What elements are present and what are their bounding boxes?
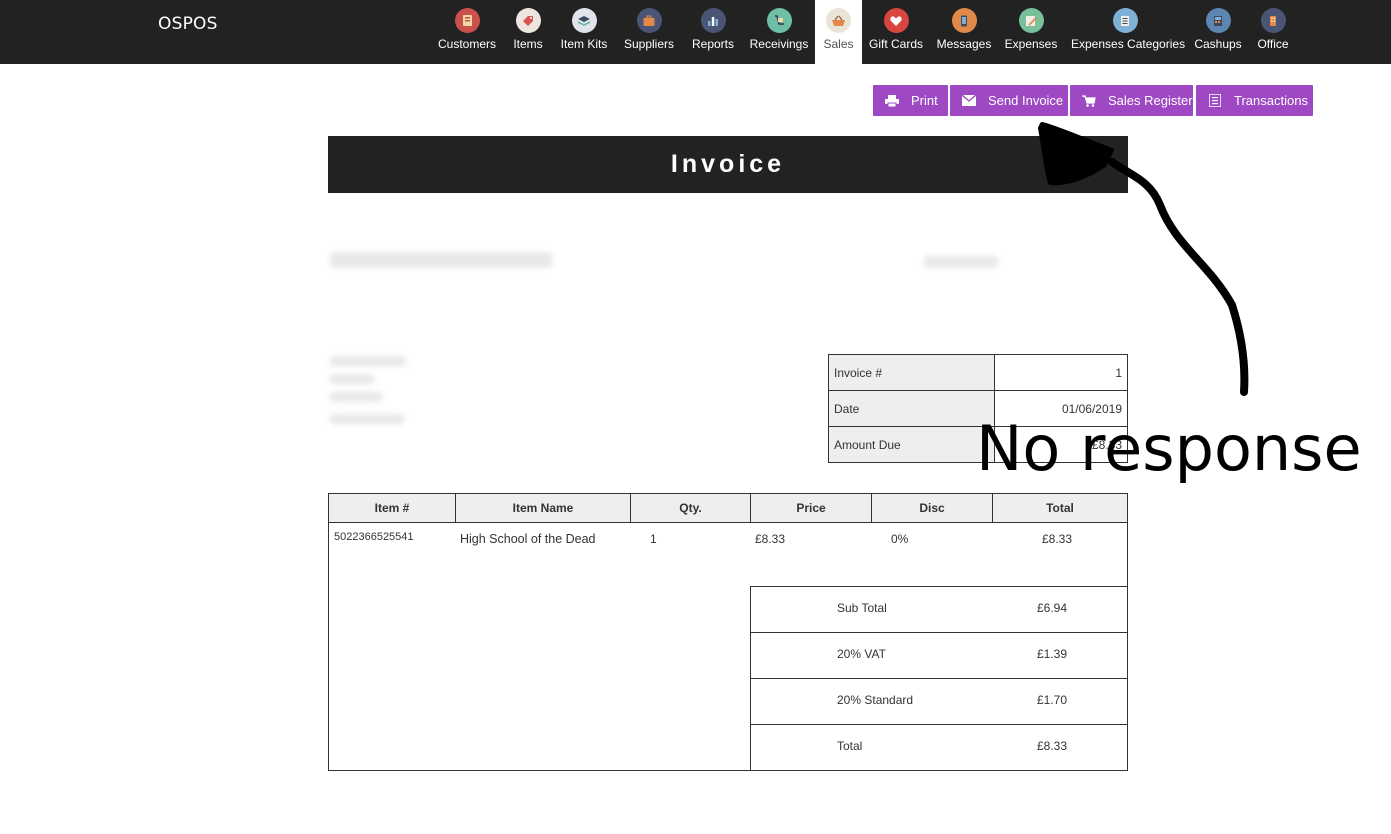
nav-label-reports: Reports: [691, 37, 735, 51]
nav-label-sales: Sales: [823, 37, 854, 51]
nav-label-expenses-categories: Expenses Categories: [1071, 37, 1186, 51]
nav-item-gift-cards[interactable]: Gift Cards: [868, 0, 924, 64]
nav-label-messages: Messages: [936, 37, 992, 51]
total-value: £8.33: [1037, 739, 1068, 753]
invoice-number-row: Invoice # 1: [828, 354, 1128, 391]
office-icon: [1260, 8, 1286, 33]
printer-icon: [885, 94, 899, 107]
invoice-date-label: Date: [828, 390, 995, 427]
send-invoice-button-label: Send Invoice: [988, 93, 1064, 108]
redacted-address-line: [330, 414, 404, 424]
standard-tax-label: 20% Standard: [837, 693, 914, 707]
row-item-number: 5022366525541: [334, 531, 414, 543]
nav-item-reports[interactable]: Reports: [689, 0, 737, 64]
column-header-item-name: Item Name: [456, 494, 631, 522]
sales-register-button[interactable]: Sales Register: [1070, 85, 1193, 116]
column-header-item-number: Item #: [329, 494, 456, 522]
nav-label-item-kits: Item Kits: [560, 37, 608, 51]
receivings-icon: [766, 8, 792, 33]
invoice-number-label: Invoice #: [828, 354, 995, 391]
subtotal-label: Sub Total: [837, 601, 887, 615]
column-header-qty: Qty.: [631, 494, 751, 522]
column-header-price: Price: [751, 494, 872, 522]
annotation-no-response: No response: [976, 412, 1362, 485]
top-navbar: OSPOS Customers Items Item Kits Supplier…: [0, 0, 1391, 64]
standard-tax-value: £1.70: [1037, 693, 1068, 707]
invoice-number-value: 1: [994, 354, 1128, 391]
send-invoice-button[interactable]: Send Invoice: [950, 85, 1068, 116]
row-disc: 0%: [891, 532, 909, 546]
nav-label-suppliers: Suppliers: [623, 37, 675, 51]
redacted-company-detail: [924, 256, 998, 268]
nav-item-customers[interactable]: Customers: [437, 0, 497, 64]
standard-tax-row: 20% Standard £1.70: [751, 678, 1128, 724]
nav-item-expenses-categories[interactable]: Expenses Categories: [1071, 0, 1186, 64]
transactions-button[interactable]: Transactions: [1196, 85, 1313, 116]
nav-label-items: Items: [513, 37, 543, 51]
nav-label-receivings: Receivings: [749, 37, 809, 51]
envelope-icon: [962, 95, 976, 107]
reports-chart-icon: [700, 8, 726, 33]
expenses-categories-icon: [1112, 8, 1138, 33]
nav-item-item-kits[interactable]: Item Kits: [559, 0, 609, 64]
transactions-button-label: Transactions: [1234, 93, 1308, 108]
messages-phone-icon: [951, 8, 977, 33]
total-label: Total: [837, 739, 863, 753]
sales-register-button-label: Sales Register: [1108, 93, 1193, 108]
totals-section: Sub Total £6.94 20% VAT £1.39 20% Standa…: [750, 586, 1128, 771]
invoice-title: Invoice: [670, 150, 786, 178]
item-kits-icon: [571, 8, 597, 33]
expenses-icon: [1018, 8, 1044, 33]
nav-item-receivings[interactable]: Receivings: [748, 0, 810, 64]
table-header-row: Item # Item Name Qty. Price Disc Total: [329, 494, 1127, 523]
subtotal-value: £6.94: [1037, 601, 1068, 615]
nav-label-cashups: Cashups: [1194, 37, 1242, 51]
redacted-address-line: [330, 356, 406, 366]
print-button[interactable]: Print: [873, 85, 948, 116]
invoice-title-bar: Invoice: [328, 136, 1128, 193]
items-tag-icon: [515, 8, 541, 33]
sales-basket-icon: [826, 8, 851, 33]
invoice-items-table: Item # Item Name Qty. Price Disc Total 5…: [328, 493, 1128, 771]
redacted-address-line: [330, 374, 374, 384]
vat-label: 20% VAT: [837, 647, 886, 661]
nav-label-gift-cards: Gift Cards: [868, 37, 923, 51]
vat-value: £1.39: [1037, 647, 1068, 661]
customers-icon: [454, 8, 480, 33]
list-icon: [1208, 94, 1222, 107]
shopping-cart-icon: [1082, 94, 1096, 107]
nav-label-expenses: Expenses: [1004, 37, 1058, 51]
redacted-company-name: [330, 252, 552, 268]
cashups-icon: [1205, 8, 1231, 33]
total-row: Total £8.33: [751, 724, 1128, 770]
row-total: £8.33: [1042, 532, 1073, 546]
redacted-address-line: [330, 392, 382, 402]
row-item-name: High School of the Dead: [460, 532, 596, 546]
suppliers-briefcase-icon: [636, 8, 662, 33]
nav-item-expenses[interactable]: Expenses: [1004, 0, 1058, 64]
amount-due-label: Amount Due: [828, 426, 995, 463]
vat-row: 20% VAT £1.39: [751, 632, 1128, 678]
nav-label-office: Office: [1257, 37, 1289, 51]
subtotal-row: Sub Total £6.94: [751, 586, 1128, 632]
row-qty: 1: [650, 532, 657, 546]
nav-item-items[interactable]: Items: [508, 0, 548, 64]
nav-item-office[interactable]: Office: [1255, 0, 1291, 64]
column-header-total: Total: [1046, 501, 1074, 515]
print-button-label: Print: [911, 93, 938, 108]
brand-logo[interactable]: OSPOS: [158, 14, 218, 34]
row-price: £8.33: [755, 532, 786, 546]
nav-label-customers: Customers: [437, 37, 496, 51]
nav-item-cashups[interactable]: Cashups: [1193, 0, 1243, 64]
nav-item-suppliers[interactable]: Suppliers: [620, 0, 678, 64]
nav-item-sales[interactable]: Sales: [815, 0, 862, 64]
page: OSPOS Customers Items Item Kits Supplier…: [0, 0, 1391, 834]
nav-item-messages[interactable]: Messages: [936, 0, 992, 64]
gift-cards-heart-icon: [883, 8, 909, 33]
column-header-disc: Disc: [872, 494, 993, 522]
